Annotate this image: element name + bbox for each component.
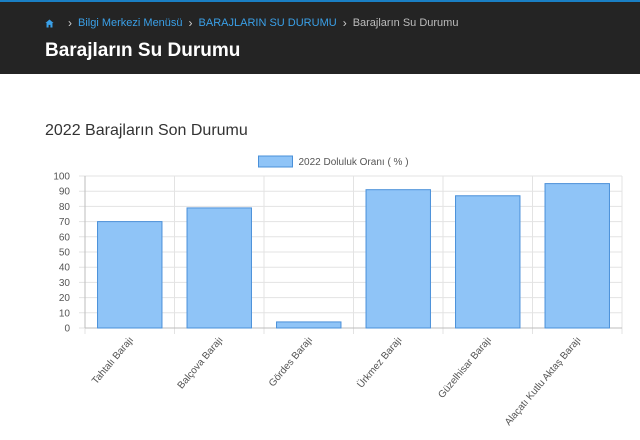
x-tick-label: Güzelhisar Barajı [436, 335, 494, 401]
y-tick-label: 60 [59, 232, 71, 243]
home-icon[interactable] [45, 18, 54, 28]
y-tick-label: 80 [59, 202, 71, 213]
legend-label: 2022 Doluluk Oranı ( % ) [299, 157, 409, 168]
y-tick-label: 90 [59, 187, 71, 198]
breadcrumb-link-bilgi-merkezi[interactable]: Bilgi Merkezi Menüsü [78, 17, 183, 29]
page-title: Barajların Su Durumu [45, 40, 241, 61]
y-tick-label: 20 [59, 293, 71, 304]
y-tick-label: 70 [59, 217, 71, 228]
bar[interactable] [544, 183, 610, 329]
x-tick-label: Gördes Barajı [267, 335, 315, 389]
y-tick-label: 30 [59, 278, 71, 289]
x-tick-label: Balçova Barajı [176, 335, 226, 391]
bar[interactable] [97, 221, 163, 329]
bar[interactable] [365, 189, 431, 329]
breadcrumb-link-barajlarin-su-durumu[interactable]: BARAJLARIN SU DURUMU [199, 17, 337, 29]
y-tick-label: 0 [64, 324, 70, 335]
x-tick-label: Tahtalı Barajı [90, 335, 136, 387]
section-title: 2022 Barajların Son Durumu [45, 122, 248, 139]
y-tick-label: 40 [59, 263, 71, 274]
breadcrumb-current: Barajların Su Durumu [352, 17, 459, 29]
legend-swatch [258, 155, 293, 168]
y-tick-label: 10 [59, 308, 71, 319]
bar-chart: 2022 Doluluk Oranı ( % ) 0 10 20 30 40 50 60 70 8… [53, 155, 623, 428]
breadcrumb-separator: › [68, 16, 72, 30]
bar[interactable] [276, 321, 342, 329]
y-tick-label: 100 [53, 172, 70, 183]
bar[interactable] [186, 207, 252, 329]
y-tick-label: 50 [59, 248, 71, 259]
x-tick-label: Ürkmez Barajı [355, 334, 405, 390]
bar[interactable] [455, 195, 521, 329]
x-tick-label: Alaçatı Kutlu Aktaş Barajı [503, 335, 584, 428]
breadcrumb-separator: › [188, 16, 193, 30]
page-header: › Bilgi Merkezi Menüsü › BARAJLARIN SU D… [0, 0, 640, 74]
breadcrumb-separator: › [342, 16, 347, 30]
breadcrumb: › Bilgi Merkezi Menüsü › BARAJLARIN SU D… [45, 16, 458, 30]
